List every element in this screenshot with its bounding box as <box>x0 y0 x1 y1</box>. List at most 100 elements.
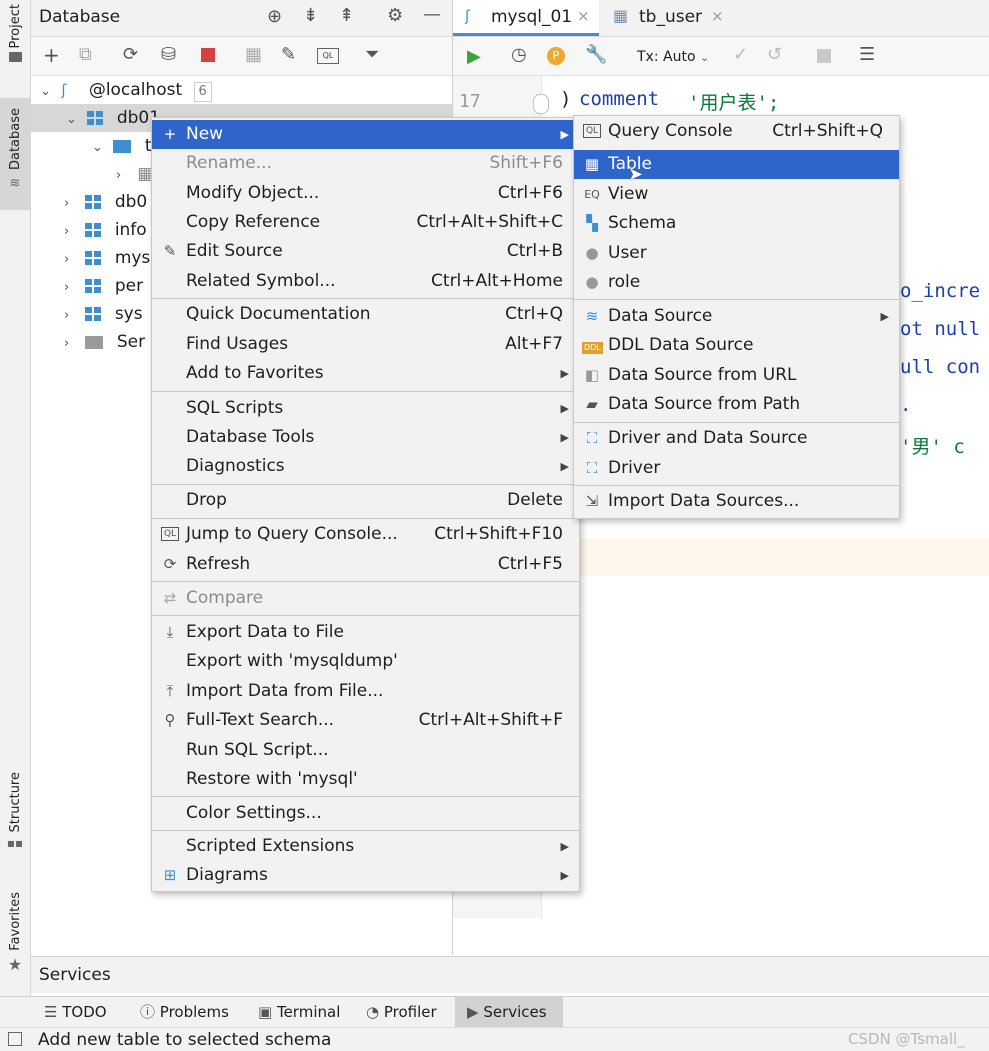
menu-item-drop[interactable]: Drop Delete <box>152 486 579 515</box>
add-icon[interactable]: + <box>43 45 60 65</box>
menu-item-color-settings[interactable]: Color Settings... <box>152 799 579 828</box>
watermark: CSDN @Tsmall_ <box>848 1030 965 1048</box>
menu-item-export-mysqldump[interactable]: Export with 'mysqldump' <box>152 647 579 676</box>
submenu-item-driver-and-data-source[interactable]: ⛶ Driver and Data Source <box>574 424 899 453</box>
tx-mode-dropdown[interactable]: Tx: Auto ⌄ <box>637 49 709 65</box>
menu-item-full-text-search[interactable]: ⚲ Full-Text Search... Ctrl+Alt+Shift+F <box>152 706 579 735</box>
menu-item-run-sql-script[interactable]: Run SQL Script... <box>152 736 579 765</box>
profile-icon[interactable]: P <box>547 47 565 65</box>
edit-icon[interactable]: ✎ <box>281 45 296 65</box>
submenu-item-query-console[interactable]: QL Query Console Ctrl+Shift+Q <box>574 117 899 146</box>
tool-tab-favorites[interactable]: Favorites ★ <box>0 892 30 984</box>
menu-item-export-data[interactable]: ⤓ Export Data to File <box>152 618 579 647</box>
submenu-item-view[interactable]: EQ View <box>574 180 899 209</box>
tab-todo[interactable]: ☰ TODO <box>44 997 122 1027</box>
menu-item-quick-documentation[interactable]: Quick Documentation Ctrl+Q <box>152 300 579 329</box>
submenu-item-data-source-url[interactable]: ◧ Data Source from URL <box>574 361 899 390</box>
tree-node-mys[interactable]: › mys <box>64 244 150 272</box>
terminal-icon: ▣ <box>258 1003 273 1021</box>
minimize-icon[interactable]: — <box>423 5 441 25</box>
filter-icon[interactable]: ⏷ <box>365 45 379 65</box>
stop-icon[interactable] <box>817 49 831 63</box>
menu-item-diagnostics[interactable]: Diagnostics ▶ <box>152 452 579 481</box>
tree-node-tables[interactable]: ⌄ t <box>92 132 151 160</box>
query-console-icon[interactable]: QL <box>317 48 339 64</box>
menu-item-database-tools[interactable]: Database Tools ▶ <box>152 423 579 452</box>
output-icon[interactable]: ☰ <box>859 45 875 65</box>
rollback-icon[interactable]: ↺ <box>767 45 782 65</box>
submenu-item-schema[interactable]: ▚ Schema <box>574 209 899 238</box>
history-icon[interactable]: ◷ <box>511 45 527 65</box>
tree-node-db0x[interactable]: › db0 <box>64 188 147 216</box>
table-icon[interactable]: ▦ <box>245 45 262 65</box>
submenu-item-user[interactable]: ● User <box>574 239 899 268</box>
menu-item-diagrams[interactable]: ⊞ Diagrams ▶ <box>152 861 579 890</box>
tab-mysql-01[interactable]: ʃ mysql_01 × <box>453 0 599 36</box>
tab-tb-user[interactable]: ▦ tb_user × <box>609 0 739 36</box>
collapse-all-icon[interactable]: ⇞ <box>339 6 354 26</box>
menu-item-scripted-extensions[interactable]: Scripted Extensions ▶ <box>152 832 579 861</box>
tree-node-per[interactable]: › per <box>64 272 143 300</box>
menu-item-copy-reference[interactable]: Copy Reference Ctrl+Alt+Shift+C <box>152 208 579 237</box>
menu-item-compare[interactable]: ⇄ Compare <box>152 584 579 613</box>
tree-node-server-objects[interactable]: › Ser <box>64 328 145 356</box>
tree-node-info[interactable]: › info <box>64 216 147 244</box>
menu-item-rename[interactable]: Rename... Shift+F6 <box>152 149 579 178</box>
schema-icon: ▚ <box>586 214 598 232</box>
tab-terminal[interactable]: ▣ Terminal <box>258 997 353 1027</box>
tab-problems[interactable]: ⓘ Problems <box>140 997 240 1027</box>
close-icon[interactable]: × <box>711 7 724 25</box>
pencil-icon: ✎ <box>163 242 177 260</box>
tool-tab-project[interactable]: Project <box>0 4 30 84</box>
tree-node-sys[interactable]: › sys <box>64 300 143 328</box>
duplicate-icon[interactable]: ⧉ <box>79 45 92 65</box>
menu-item-find-usages[interactable]: Find Usages Alt+F7 <box>152 330 579 359</box>
menu-item-label: Add to Favorites <box>186 363 324 383</box>
run-icon[interactable]: ▶ <box>467 46 481 67</box>
menu-item-modify-object[interactable]: Modify Object... Ctrl+F6 <box>152 179 579 208</box>
expand-all-icon[interactable]: ⇟ <box>303 6 318 26</box>
tree-node-localhost[interactable]: ⌄ ʃ @localhost 6 <box>40 76 212 104</box>
menu-item-add-to-favorites[interactable]: Add to Favorites ▶ <box>152 359 579 388</box>
tab-services[interactable]: ▶ Services <box>455 997 563 1027</box>
refresh-icon[interactable]: ⟳ <box>123 45 138 65</box>
submenu-item-table[interactable]: ▦ Table ➤ <box>574 150 899 185</box>
submenu-item-driver[interactable]: ⛶ Driver <box>574 454 899 483</box>
database-icon: ≋ <box>9 176 21 192</box>
menu-item-import-data[interactable]: ⤒ Import Data from File... <box>152 677 579 706</box>
tool-tab-database[interactable]: Database ≋ <box>0 98 30 210</box>
menu-item-new[interactable]: + New ▶ <box>152 120 579 149</box>
schema-sync-icon[interactable]: ⛁ <box>161 45 176 65</box>
menu-item-label: Restore with 'mysql' <box>186 769 358 789</box>
locate-icon[interactable]: ⊕ <box>267 7 282 27</box>
schema-icon <box>85 307 103 321</box>
driver-icon: ⛶ <box>586 429 598 447</box>
menu-item-refresh[interactable]: ⟳ Refresh Ctrl+F5 <box>152 550 579 579</box>
fold-icon[interactable] <box>533 94 549 114</box>
menu-item-edit-source[interactable]: ✎ Edit Source Ctrl+B <box>152 237 579 266</box>
services-panel-header[interactable]: Services <box>31 956 989 993</box>
tab-profiler[interactable]: ◔ Profiler <box>366 997 454 1027</box>
submenu-item-import-data-sources[interactable]: ⇲ Import Data Sources... <box>574 487 899 516</box>
services-icon: ▶ <box>467 1003 479 1021</box>
gear-icon[interactable]: ⚙ <box>387 6 403 26</box>
menu-item-restore-mysql[interactable]: Restore with 'mysql' <box>152 765 579 794</box>
submenu-item-role[interactable]: ● role <box>574 268 899 297</box>
menu-item-sql-scripts[interactable]: SQL Scripts ▶ <box>152 394 579 423</box>
commit-icon[interactable]: ✓ <box>733 45 748 65</box>
submenu-item-data-source-path[interactable]: ▰ Data Source from Path <box>574 390 899 419</box>
import-icon: ⇲ <box>585 492 599 510</box>
submenu-item-data-source[interactable]: ≋ Data Source ▶ <box>574 302 899 331</box>
tool-tab-structure[interactable]: Structure ▪▪ <box>0 772 30 867</box>
stop-icon[interactable] <box>201 48 215 62</box>
close-icon[interactable]: × <box>577 7 590 25</box>
tree-node-table[interactable]: › ▦ <box>116 160 153 188</box>
submenu-item-ddl-data-source[interactable]: DDL DDL Data Source <box>574 331 899 360</box>
wrench-icon[interactable]: 🔧 <box>585 45 607 65</box>
left-tool-stripe: Project Database ≋ Structure ▪▪ Favorite… <box>0 0 31 996</box>
menu-item-jump-to-query-console[interactable]: QL Jump to Query Console... Ctrl+Shift+F… <box>152 520 579 549</box>
menu-item-label: Edit Source <box>186 241 283 261</box>
status-toggle-icon[interactable] <box>8 1032 22 1046</box>
current-line-highlight <box>580 538 989 576</box>
menu-item-related-symbol[interactable]: Related Symbol... Ctrl+Alt+Home <box>152 267 579 296</box>
